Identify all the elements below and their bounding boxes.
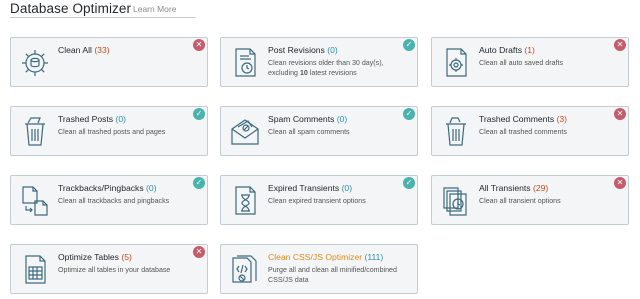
card-description: Clean all trackbacks and pingbacks xyxy=(58,197,170,205)
card-clean-all[interactable]: Clean All (33) ✕ xyxy=(10,37,208,87)
card-count: (5) xyxy=(121,252,132,262)
card-title: Clean CSS/JS Optimizer xyxy=(268,252,363,262)
page-header: Database Optimizer Learn More xyxy=(0,0,640,20)
card-post-revisions[interactable]: Post Revisions (0) Clean revisions older… xyxy=(220,37,418,87)
card-description: Clean revisions older than 30 day(s), ex… xyxy=(268,59,384,77)
card-all-transients[interactable]: All Transients (29) Clean all transient … xyxy=(431,175,629,225)
revision-document-icon xyxy=(228,46,262,80)
card-trashed-comments[interactable]: Trashed Comments (3) Clean all trashed c… xyxy=(431,106,629,156)
spam-envelope-icon xyxy=(228,115,262,149)
card-trackbacks-pingbacks[interactable]: Trackbacks/Pingbacks (0) Clean all track… xyxy=(10,175,208,225)
card-count: (33) xyxy=(94,45,110,55)
card-title: All Transients xyxy=(479,183,531,193)
card-auto-drafts[interactable]: Auto Drafts (1) Clean all auto saved dra… xyxy=(431,37,629,87)
error-status-icon: ✕ xyxy=(614,39,626,51)
card-description: Optimize all tables in your database xyxy=(58,266,171,274)
card-count: (3) xyxy=(556,114,568,124)
hourglass-document-icon xyxy=(228,184,262,218)
error-status-icon: ✕ xyxy=(193,246,205,258)
table-document-icon xyxy=(18,253,52,287)
card-count: (0) xyxy=(115,114,126,124)
card-title: Auto Drafts xyxy=(479,45,522,55)
card-trashed-posts[interactable]: Trashed Posts (0) Clean all trashed post… xyxy=(10,106,208,156)
success-check-icon: ✓ xyxy=(403,39,415,51)
card-clean-css-js-optimizer[interactable]: Clean CSS/JS Optimizer (111) Purge all a… xyxy=(220,244,418,294)
success-check-icon: ✓ xyxy=(403,177,415,189)
card-count: (1) xyxy=(524,45,535,55)
card-description: Clean all trashed posts and pages xyxy=(58,128,166,136)
success-check-icon: ✓ xyxy=(193,108,205,120)
error-status-icon: ✕ xyxy=(614,177,626,189)
card-title: Trashed Comments xyxy=(479,114,555,124)
trash-posts-icon xyxy=(18,115,52,149)
card-title: Post Revisions xyxy=(268,45,325,55)
card-count: (111) xyxy=(364,252,384,262)
card-title: Spam Comments xyxy=(268,114,335,124)
card-title: Expired Transients xyxy=(268,183,340,193)
card-title: Trackbacks/Pingbacks xyxy=(58,183,144,193)
card-description: Clean all transient options xyxy=(479,197,561,205)
card-title: Trashed Posts xyxy=(58,114,114,124)
card-description: Clean all auto saved drafts xyxy=(479,59,563,67)
card-title: Optimize Tables xyxy=(58,252,119,262)
card-description: Clean expired transient options xyxy=(268,197,366,205)
card-expired-transients[interactable]: Expired Transients (0) Clean expired tra… xyxy=(220,175,418,225)
card-count: (0) xyxy=(327,45,338,55)
learn-more-link[interactable]: Learn More xyxy=(133,4,176,14)
stacked-clock-icon xyxy=(439,184,473,218)
card-optimize-tables[interactable]: Optimize Tables (5) Optimize all tables … xyxy=(10,244,208,294)
success-check-icon: ✓ xyxy=(403,108,415,120)
draft-document-icon xyxy=(439,46,473,80)
card-title: Clean All xyxy=(58,45,92,55)
card-spam-comments[interactable]: Spam Comments (0) Clean all spam comment… xyxy=(220,106,418,156)
gear-db-icon xyxy=(18,46,52,80)
error-status-icon: ✕ xyxy=(614,108,626,120)
card-count: (0) xyxy=(336,114,348,124)
error-status-icon: ✕ xyxy=(193,39,205,51)
card-description: Purge all and clean all minified/combine… xyxy=(268,266,397,284)
trackback-pages-icon xyxy=(18,184,52,218)
success-check-icon: ✓ xyxy=(193,177,205,189)
page-title: Database Optimizer xyxy=(10,1,132,16)
header-divider xyxy=(10,17,196,18)
card-description: Clean all spam comments xyxy=(268,128,350,136)
card-count: (0) xyxy=(341,183,353,193)
card-count: (0) xyxy=(146,183,157,193)
card-description: Clean all trashed comments xyxy=(479,128,567,136)
code-document-icon xyxy=(228,253,262,287)
trash-comments-icon xyxy=(439,115,473,149)
card-count: (29) xyxy=(532,183,549,193)
